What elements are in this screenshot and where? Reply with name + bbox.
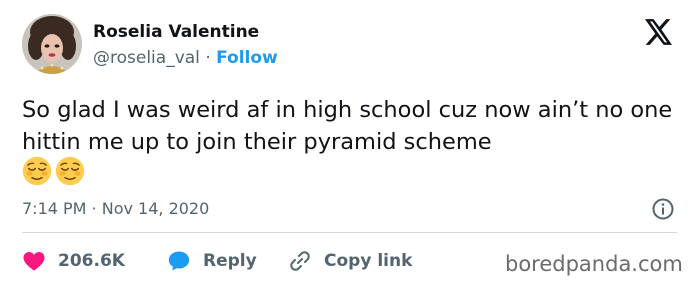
author-name[interactable]: Roselia Valentine xyxy=(93,22,259,42)
relieved-face-emoji xyxy=(22,156,52,186)
watermark: boredpanda.com xyxy=(505,252,683,276)
copy-link-button[interactable]: Copy link xyxy=(288,246,412,276)
reply-button[interactable]: Reply xyxy=(167,246,257,276)
relieved-face-emoji xyxy=(55,156,85,186)
divider xyxy=(22,232,677,233)
separator-dot: · xyxy=(205,48,211,68)
avatar[interactable] xyxy=(22,14,82,74)
speech-bubble-icon xyxy=(168,251,190,271)
tweet-text: So glad I was weird af in high school cu… xyxy=(22,97,673,155)
author-handle-row: @roselia_val · Follow xyxy=(93,48,278,68)
reply-label: Reply xyxy=(203,251,257,271)
like-count: 206.6K xyxy=(58,251,125,271)
like-button[interactable]: 206.6K xyxy=(22,246,125,276)
link-icon xyxy=(290,251,310,271)
info-icon[interactable] xyxy=(651,197,675,221)
tweet-timestamp[interactable]: 7:14 PM · Nov 14, 2020 xyxy=(22,199,209,218)
x-logo-icon[interactable] xyxy=(645,19,673,45)
copy-link-label: Copy link xyxy=(324,251,413,271)
avatar-image xyxy=(22,14,82,74)
tweet-emoji-row xyxy=(22,156,88,188)
follow-button[interactable]: Follow xyxy=(216,48,278,68)
author-handle[interactable]: @roselia_val xyxy=(93,48,200,68)
heart-icon xyxy=(23,252,45,271)
